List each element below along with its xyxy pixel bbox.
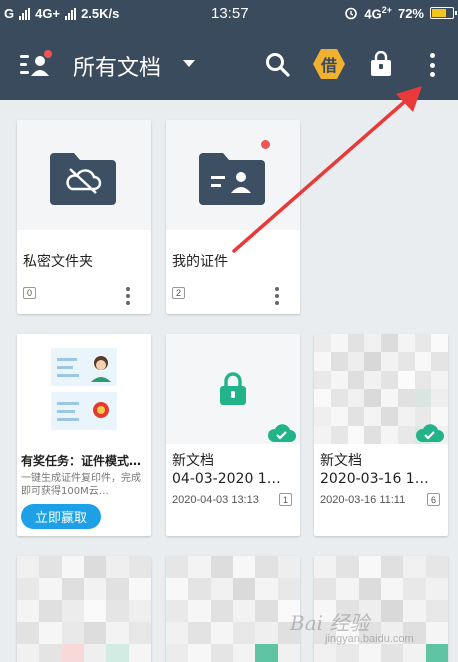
borrow-label: 借 bbox=[320, 56, 337, 75]
blurred-preview bbox=[17, 556, 151, 662]
clock: 13:57 bbox=[211, 5, 249, 22]
carrier-label: G bbox=[4, 6, 15, 21]
promo-card[interactable]: 有奖任务：证件模式… 一键生成证件复印件，完成即可获得100M云… 立即赢取 bbox=[17, 334, 151, 536]
folder-card-ids[interactable]: 我的证件 2 bbox=[166, 120, 300, 314]
promo-thumb bbox=[17, 334, 151, 444]
signal-icon-2 bbox=[65, 7, 77, 20]
alarm-icon bbox=[345, 7, 358, 20]
folder-thumb bbox=[17, 120, 151, 230]
document-title: 新文档 04-03-2020 1… bbox=[172, 453, 281, 487]
document-date: 2020-03-16 11:11 bbox=[320, 494, 406, 506]
cloud-synced-icon bbox=[268, 424, 296, 442]
battery-icon bbox=[430, 7, 457, 20]
document-date: 2020-04-03 13:13 bbox=[172, 494, 259, 506]
app-toolbar: 所有文档 借 bbox=[0, 28, 458, 100]
page-count-badge: 6 bbox=[427, 493, 440, 506]
folder-name: 我的证件 bbox=[172, 254, 228, 270]
lock-icon bbox=[220, 372, 246, 405]
page-count-badge: 1 bbox=[279, 493, 292, 506]
more-vertical-icon[interactable] bbox=[124, 287, 132, 305]
folder-card-private[interactable]: 私密文件夹 0 bbox=[17, 120, 151, 314]
document-card[interactable] bbox=[17, 556, 151, 662]
user-badge-icon[interactable] bbox=[20, 50, 54, 80]
watermark-url: jingyan.baidu.com bbox=[325, 633, 414, 645]
id-copy-illustration-icon bbox=[51, 348, 117, 430]
borrow-button[interactable]: 借 bbox=[313, 48, 345, 80]
folder-count-badge: 0 bbox=[23, 287, 36, 299]
folder-thumb bbox=[166, 120, 300, 230]
document-title: 新文档 2020-03-16 1… bbox=[320, 453, 429, 487]
document-card[interactable] bbox=[166, 556, 300, 662]
promo-title: 有奖任务：证件模式… bbox=[21, 454, 142, 468]
chevron-down-icon[interactable] bbox=[183, 60, 195, 67]
status-left: G 4G+ 2.5K/s bbox=[4, 6, 119, 21]
search-icon[interactable] bbox=[264, 51, 292, 79]
network-right: 4G2+ bbox=[364, 5, 392, 22]
id-card-folder-icon bbox=[199, 153, 265, 205]
document-card[interactable]: 新文档 04-03-2020 1… 2020-04-03 13:13 1 bbox=[166, 334, 300, 536]
battery-percent: 72% bbox=[397, 5, 424, 21]
promo-description: 一键生成证件复印件，完成即可获得100M云… bbox=[21, 473, 141, 497]
cloud-synced-icon bbox=[416, 424, 444, 442]
status-right: 4G2+ 72% bbox=[344, 5, 457, 22]
status-bar: G 4G+ 2.5K/s 13:57 4G2+ 72% bbox=[0, 0, 458, 28]
lock-bag-icon[interactable] bbox=[369, 51, 393, 77]
cloud-off-folder-icon bbox=[50, 153, 116, 205]
network-label: 4G+ bbox=[35, 6, 61, 21]
folder-name: 私密文件夹 bbox=[23, 254, 93, 270]
blurred-preview bbox=[166, 556, 300, 662]
win-now-button[interactable]: 立即赢取 bbox=[21, 504, 101, 529]
more-vertical-icon[interactable] bbox=[273, 287, 281, 305]
folder-count-badge: 2 bbox=[172, 287, 185, 299]
document-thumb bbox=[166, 334, 300, 444]
new-dot-badge bbox=[261, 140, 270, 149]
page-title[interactable]: 所有文档 bbox=[73, 50, 161, 82]
more-vertical-icon[interactable] bbox=[424, 50, 440, 80]
document-thumb bbox=[314, 334, 448, 444]
document-card[interactable]: 新文档 2020-03-16 1… 2020-03-16 11:11 6 bbox=[314, 334, 448, 536]
signal-icon bbox=[19, 7, 31, 20]
net-speed: 2.5K/s bbox=[81, 6, 120, 21]
watermark: Bai 经验 bbox=[290, 611, 370, 635]
